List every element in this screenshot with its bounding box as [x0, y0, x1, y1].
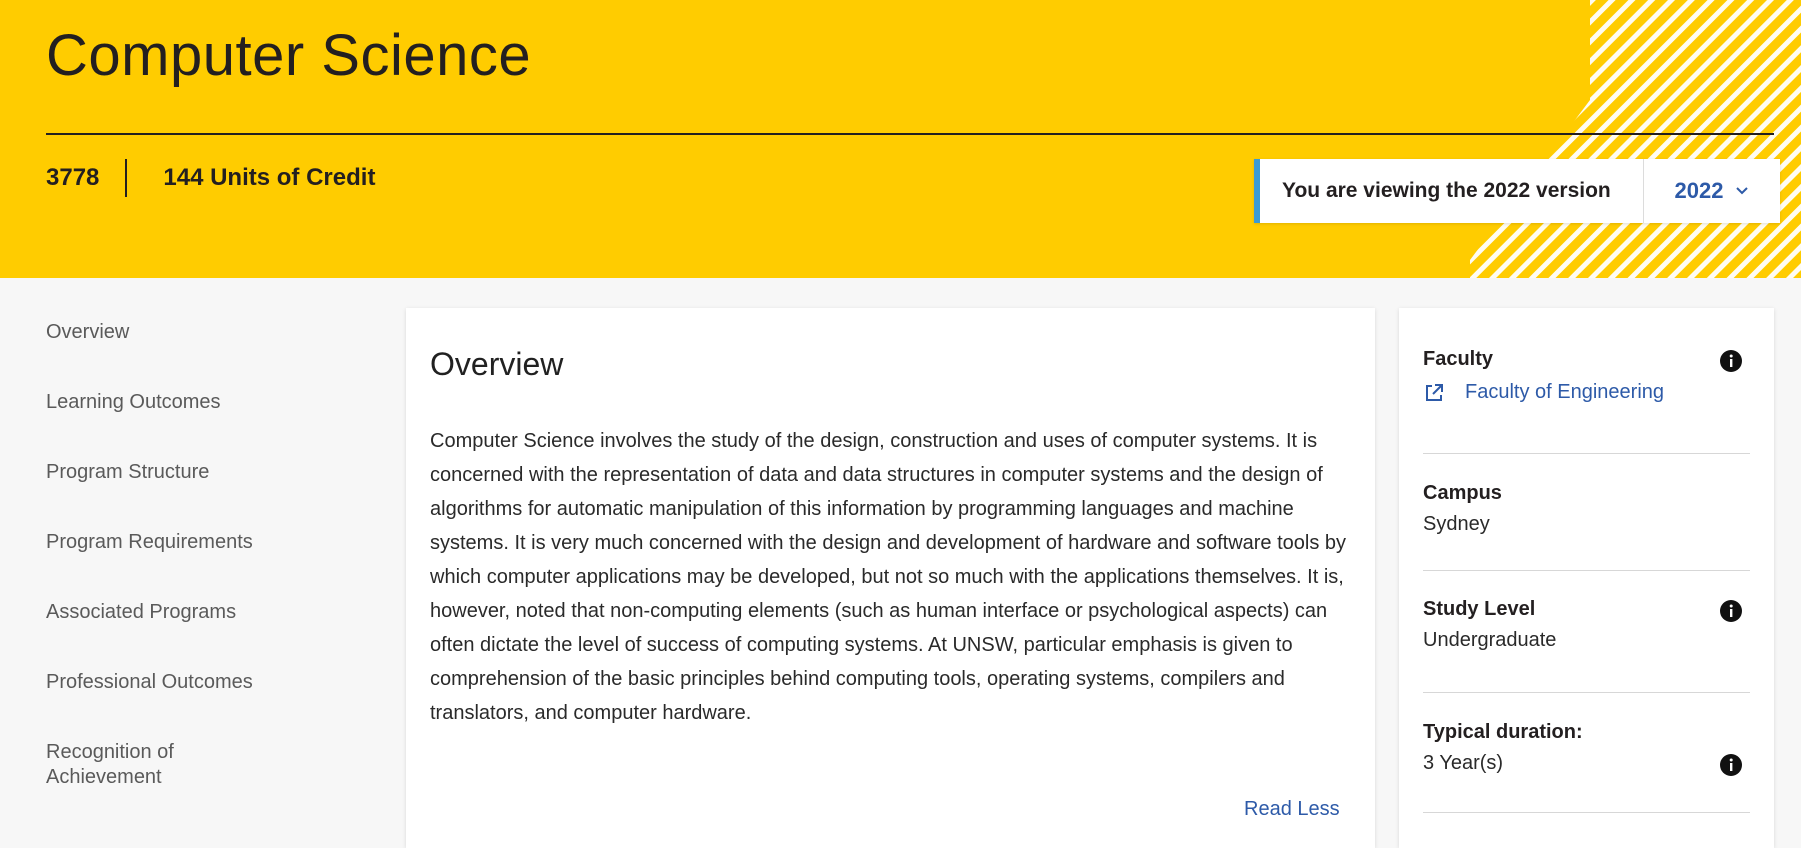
external-link-icon	[1426, 383, 1443, 401]
info-divider	[1423, 570, 1750, 571]
duration-label: Typical duration:	[1423, 721, 1583, 743]
info-icon[interactable]	[1720, 600, 1742, 622]
campus-label: Campus	[1423, 482, 1502, 504]
nav-item-overview[interactable]: Overview	[46, 320, 346, 345]
info-divider	[1423, 692, 1750, 693]
info-icon[interactable]	[1720, 754, 1742, 776]
program-meta: 3778 144 Units of Credit	[46, 158, 375, 198]
nav-item-associated-programs[interactable]: Associated Programs	[46, 600, 346, 625]
overview-card: Overview Computer Science involves the s…	[406, 308, 1375, 848]
faculty-section: Faculty Faculty of Engineering	[1423, 348, 1750, 404]
faculty-label: Faculty	[1423, 348, 1494, 370]
duration-value: 3 Year(s)	[1423, 752, 1504, 774]
version-notice: You are viewing the 2022 version	[1282, 179, 1611, 202]
side-navigation: Overview Learning Outcomes Program Struc…	[46, 320, 346, 835]
header-divider	[46, 133, 1774, 135]
nav-item-program-requirements[interactable]: Program Requirements	[46, 530, 346, 555]
faculty-link[interactable]: Faculty of Engineering	[1423, 381, 1750, 404]
read-less-link[interactable]: Read Less	[1244, 798, 1340, 821]
program-code: 3778	[46, 164, 100, 191]
selected-year: 2022	[1674, 178, 1724, 203]
duration-section: Typical duration: 3 Year(s)	[1423, 721, 1750, 776]
study-level-label: Study Level	[1423, 598, 1536, 620]
campus-section: Campus Sydney	[1423, 482, 1750, 536]
nav-item-recognition-of-achievement[interactable]: Recognition of Achievement	[46, 740, 236, 790]
units-of-credit: 144 Units of Credit	[163, 164, 376, 191]
version-selector-box: You are viewing the 2022 version 2022	[1254, 159, 1780, 223]
nav-item-learning-outcomes[interactable]: Learning Outcomes	[46, 390, 346, 415]
diagonal-stripes-pattern	[1470, 0, 1801, 278]
chevron-down-icon	[1736, 187, 1749, 195]
campus-value: Sydney	[1423, 513, 1490, 535]
nav-item-program-structure[interactable]: Program Structure	[46, 460, 346, 485]
program-info-card: Faculty Faculty of Engineering Campus Sy…	[1399, 308, 1774, 848]
faculty-link-label: Faculty of Engineering	[1465, 381, 1665, 403]
info-divider	[1423, 453, 1750, 454]
info-icon[interactable]	[1720, 350, 1742, 372]
study-level-value: Undergraduate	[1423, 629, 1557, 651]
program-header: Computer Science 3778 144 Units of Credi…	[0, 0, 1801, 278]
overview-heading: Overview	[430, 346, 564, 382]
study-level-section: Study Level Undergraduate	[1423, 598, 1750, 652]
overview-body: Computer Science involves the study of t…	[430, 430, 1347, 724]
info-divider	[1423, 812, 1750, 813]
nav-item-professional-outcomes[interactable]: Professional Outcomes	[46, 670, 346, 695]
page-title: Computer Science	[46, 23, 532, 88]
year-dropdown[interactable]: 2022	[1643, 159, 1780, 223]
